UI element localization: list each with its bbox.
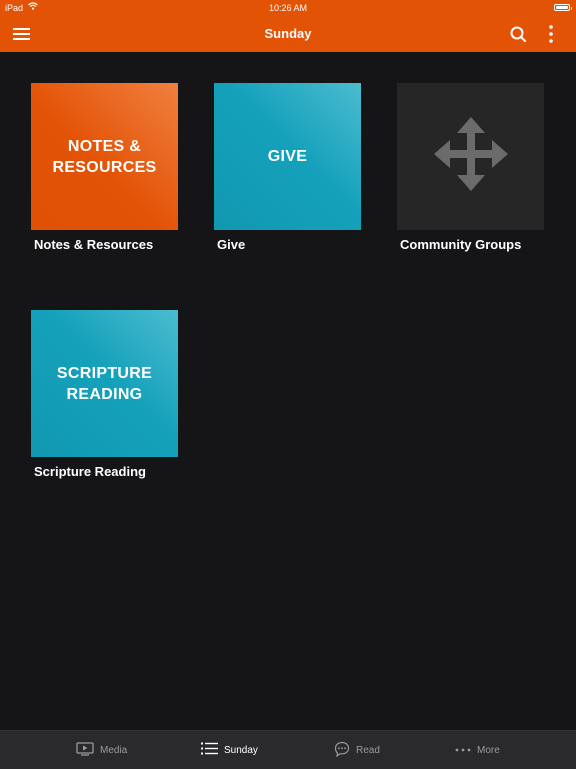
- page-title: Sunday: [264, 26, 312, 41]
- move-arrows-icon: [433, 116, 509, 197]
- tile-label: Scripture Reading: [34, 464, 146, 479]
- battery-icon: [554, 4, 572, 11]
- tile-label: Community Groups: [400, 237, 522, 252]
- status-time: 10:26 AM: [268, 3, 308, 13]
- tile-text: SCRIPTURE READING: [56, 364, 153, 403]
- app-header: iPad 10:26 AM Sunday: [0, 0, 576, 52]
- tile-label: Notes & Resources: [34, 237, 154, 252]
- tab-label: Sunday: [224, 744, 258, 756]
- tab-label: Read: [356, 744, 380, 756]
- tab-media[interactable]: Media: [76, 731, 127, 769]
- more-dots-icon: [455, 745, 477, 756]
- tile-scripture-reading[interactable]: SCRIPTURE READING Scripture Reading: [31, 310, 179, 479]
- tile-give[interactable]: GIVE Give: [214, 83, 362, 252]
- chat-bubble-icon: [334, 741, 356, 760]
- tab-bar: Media Sunday Read More: [0, 730, 576, 769]
- tile-label: Give: [217, 237, 246, 252]
- tile-text: NOTES & RESOURCES: [52, 137, 157, 176]
- tile-community-groups[interactable]: Community Groups: [397, 83, 545, 252]
- tile-notes-resources[interactable]: NOTES & RESOURCES Notes & Resources: [31, 83, 179, 252]
- notes-resources-tile-image[interactable]: NOTES & RESOURCES: [31, 83, 178, 230]
- scripture-reading-tile-image[interactable]: SCRIPTURE READING: [31, 310, 178, 457]
- give-tile-image[interactable]: GIVE: [214, 83, 361, 230]
- more-vertical-icon[interactable]: [540, 23, 564, 45]
- tab-label: Media: [100, 744, 128, 756]
- tv-icon: [76, 741, 100, 759]
- tile-text: GIVE: [267, 148, 308, 165]
- list-icon: [201, 742, 224, 758]
- tab-read[interactable]: Read: [334, 731, 380, 769]
- community-groups-tile-image[interactable]: [397, 83, 544, 230]
- nav-bar: Sunday: [0, 16, 576, 52]
- tab-more[interactable]: More: [455, 731, 500, 769]
- tab-label: More: [477, 744, 500, 756]
- tab-sunday[interactable]: Sunday: [201, 731, 258, 769]
- status-bar: iPad 10:26 AM: [0, 0, 576, 16]
- search-icon[interactable]: [507, 23, 531, 45]
